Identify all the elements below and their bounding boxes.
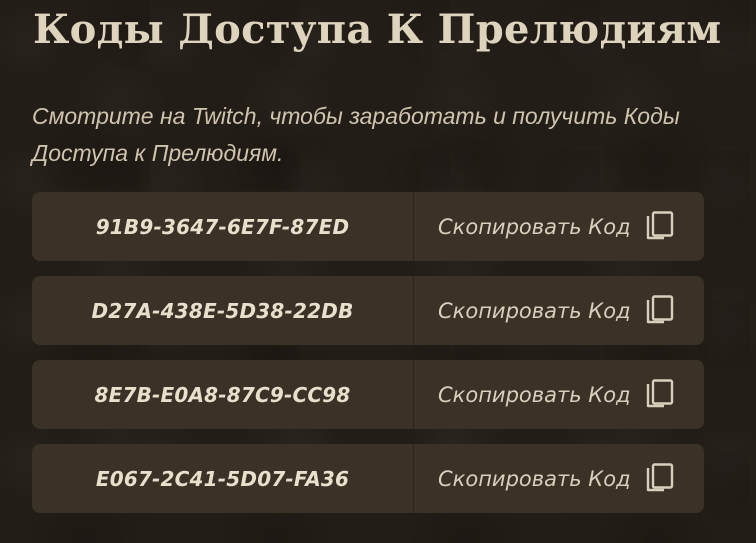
copy-code-button[interactable]: Скопировать Код (414, 192, 704, 261)
copy-code-label: Скопировать Код (438, 382, 631, 407)
copy-code-button[interactable]: Скопировать Код (414, 444, 704, 513)
copy-icon (646, 378, 673, 407)
page-subtitle: Смотрите на Twitch, чтобы заработать и п… (32, 103, 680, 166)
access-codes-list: 91B9-3647-6E7F-87ED Скопировать Код D27A… (32, 192, 704, 528)
code-row: D27A-438E-5D38-22DB Скопировать Код (32, 276, 704, 345)
access-code: 8E7B-E0A8-87C9-CC98 (94, 382, 351, 407)
copy-code-button[interactable]: Скопировать Код (414, 360, 704, 429)
copy-code-label: Скопировать Код (438, 466, 631, 491)
access-code: D27A-438E-5D38-22DB (91, 298, 354, 323)
copy-code-label: Скопировать Код (438, 298, 631, 323)
page-title: Коды Доступа К Прелюдиям (33, 6, 722, 53)
code-row: 91B9-3647-6E7F-87ED Скопировать Код (32, 192, 704, 261)
copy-code-label: Скопировать Код (438, 214, 631, 239)
access-code: 91B9-3647-6E7F-87ED (95, 214, 350, 239)
copy-code-button[interactable]: Скопировать Код (414, 276, 704, 345)
copy-icon (646, 294, 673, 323)
code-row: E067-2C41-5D07-FA36 Скопировать Код (32, 444, 704, 513)
code-row: 8E7B-E0A8-87C9-CC98 Скопировать Код (32, 360, 704, 429)
copy-icon (646, 462, 673, 491)
access-code: E067-2C41-5D07-FA36 (95, 466, 350, 491)
copy-icon (646, 210, 673, 239)
